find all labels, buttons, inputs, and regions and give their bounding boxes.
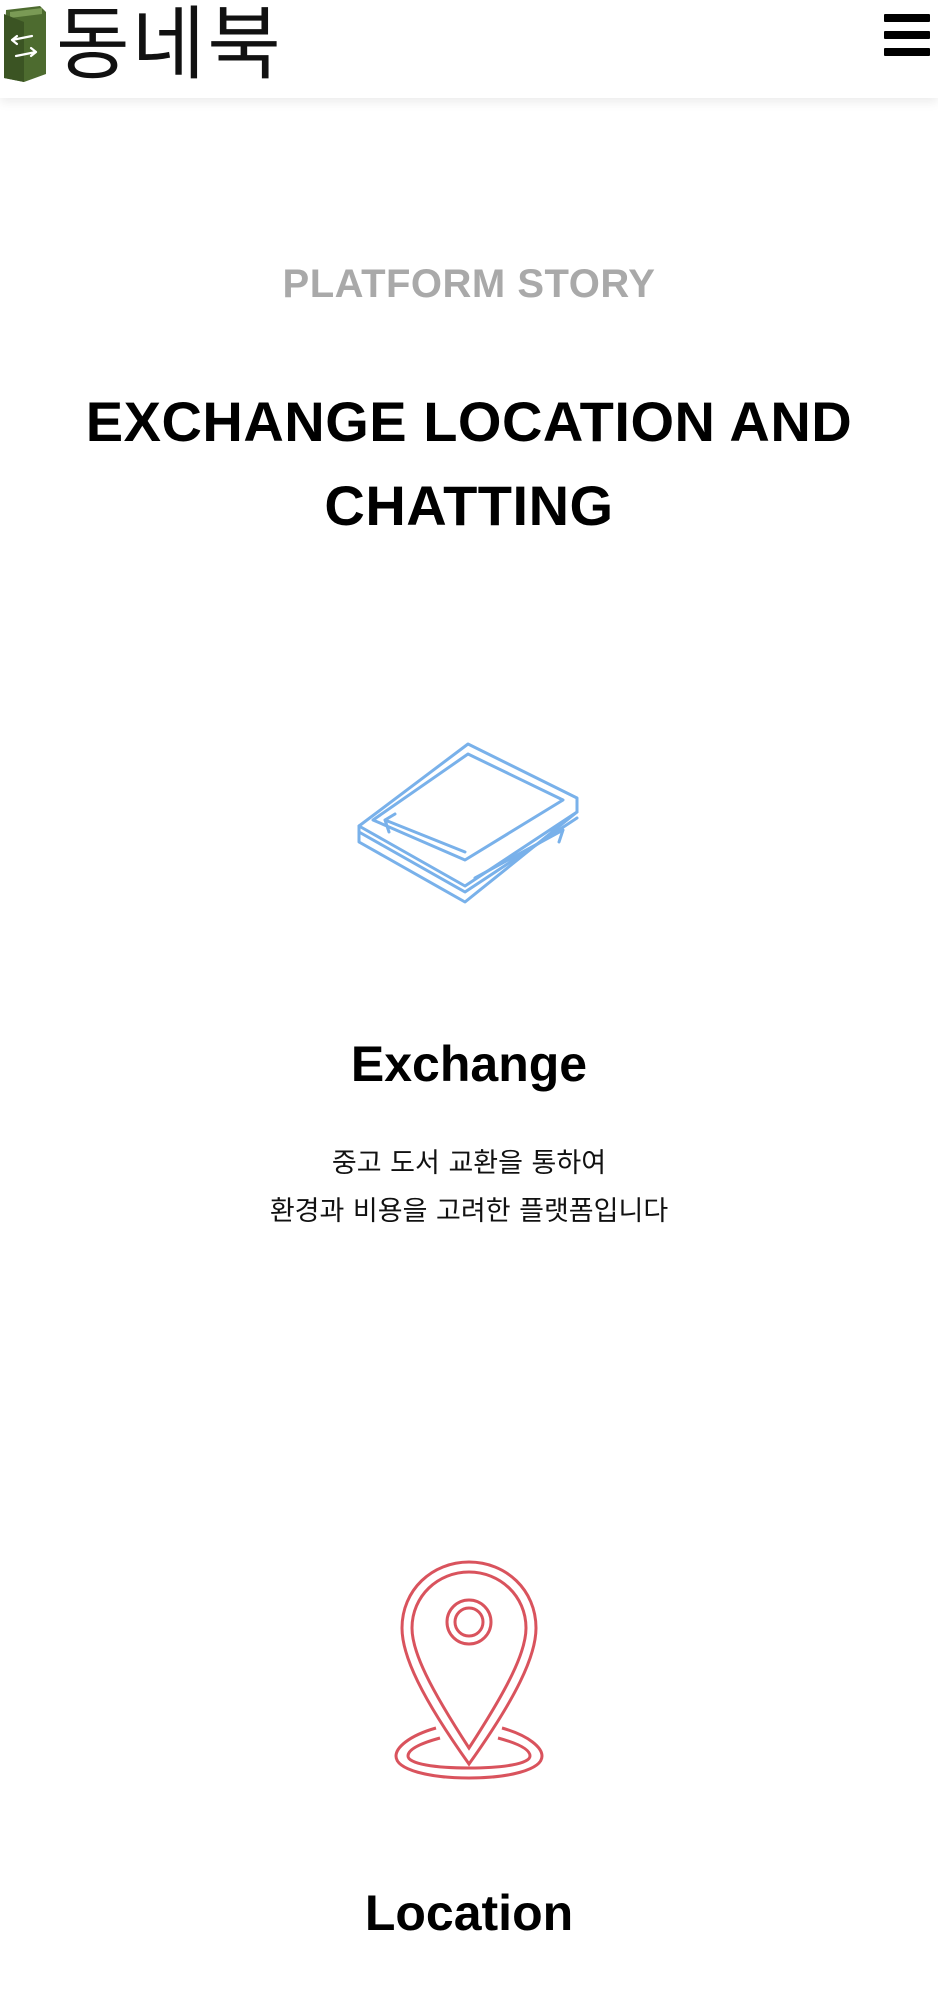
section-label: PLATFORM STORY [282, 262, 656, 306]
book-exchange-icon [357, 742, 579, 904]
section-title-line2: CHATTING [324, 474, 614, 537]
feature-desc-exchange: 중고 도서 교환을 통하여 환경과 비용을 고려한 플랫폼입니다 [0, 1140, 938, 1236]
logo[interactable]: 동네북 [0, 0, 283, 90]
feature-desc-line: 환경과 비용을 고려한 플랫폼입니다 [269, 1196, 669, 1227]
menu-bar [884, 31, 930, 39]
book-logo-icon [4, 6, 46, 82]
logo-text: 동네북 [56, 0, 283, 91]
menu-bar [884, 14, 930, 22]
feature-desc-line: 중고 도서 교환을 통하여 [331, 1148, 607, 1179]
menu-bar [884, 48, 930, 56]
hamburger-menu-icon[interactable] [884, 14, 930, 56]
section-title-line1: EXCHANGE LOCATION AND [85, 390, 853, 453]
feature-title-location: Location [364, 1885, 574, 1941]
site-header: 동네북 [0, 0, 938, 98]
section-title: EXCHANGE LOCATION AND CHATTING [40, 380, 898, 548]
location-pin-icon [394, 1560, 544, 1780]
feature-title-exchange: Exchange [350, 1036, 588, 1092]
